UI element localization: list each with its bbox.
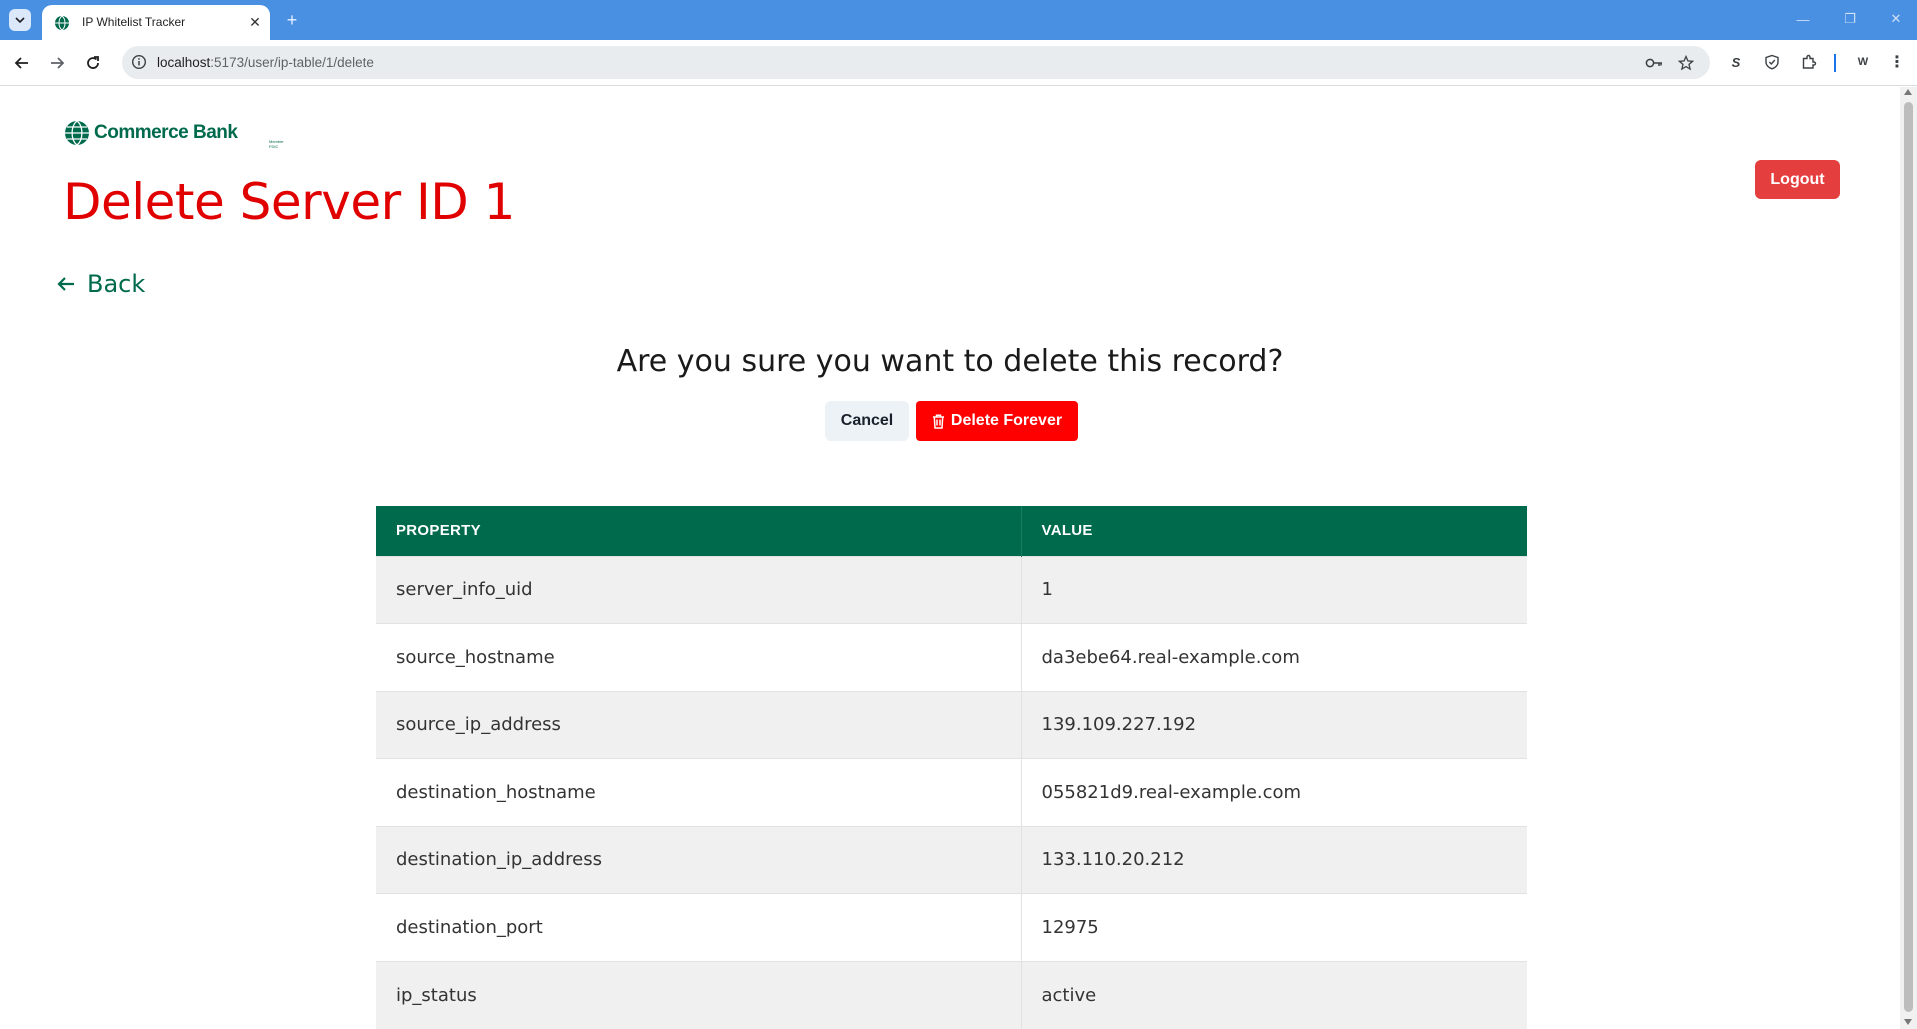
column-header-property: PROPERTY — [376, 506, 1022, 556]
property-cell: destination_port — [376, 893, 1022, 961]
commerce-bank-logo: Commerce Bank Member FDIC — [64, 119, 284, 149]
toolbar-divider — [1834, 54, 1836, 72]
brand-name: Commerce Bank — [94, 122, 238, 143]
record-table: PROPERTY VALUE server_info_uid 1 source_h… — [376, 506, 1527, 1029]
url-text[interactable]: localhost:5173/user/ip-table/1/delete — [157, 55, 374, 70]
browser-toolbar: localhost:5173/user/ip-table/1/delete S … — [0, 40, 1917, 86]
restore-icon[interactable]: ❐ — [1837, 8, 1863, 30]
property-cell: destination_hostname — [376, 758, 1022, 826]
value-cell: 133.110.20.212 — [1021, 825, 1527, 894]
globe-icon — [55, 15, 69, 31]
back-arrow-icon — [57, 277, 74, 291]
confirm-question: Are you sure you want to delete this rec… — [616, 344, 1284, 379]
table-row: server_info_uid 1 — [376, 555, 1527, 624]
trash-icon — [932, 414, 944, 429]
table-row: ip_status active — [376, 960, 1527, 1029]
close-tab-icon[interactable]: ✕ — [246, 13, 264, 31]
browser-tab[interactable]: IP Whitelist Tracker ✕ — [42, 5, 270, 40]
table-row: destination_ip_address 133.110.20.212 — [376, 825, 1527, 894]
delete-forever-button[interactable]: Delete Forever — [916, 401, 1078, 441]
value-cell: 139.109.227.192 — [1021, 690, 1527, 759]
new-tab-button[interactable]: + — [282, 10, 302, 30]
address-bar[interactable]: localhost:5173/user/ip-table/1/delete — [122, 46, 1710, 79]
column-header-value: VALUE — [1021, 506, 1527, 556]
value-cell: da3ebe64.real-example.com — [1021, 623, 1527, 691]
value-cell: 12975 — [1021, 893, 1527, 961]
table-header-row: PROPERTY VALUE — [376, 506, 1527, 556]
logout-button[interactable]: Logout — [1755, 160, 1840, 199]
value-cell: active — [1021, 960, 1527, 1029]
extension-s-icon[interactable]: S — [1726, 52, 1746, 72]
scrollbar-thumb[interactable] — [1904, 102, 1913, 1012]
page-title: Delete Server ID 1 — [63, 173, 516, 231]
property-cell: source_ip_address — [376, 690, 1022, 759]
reload-icon[interactable] — [82, 52, 104, 74]
site-info-icon[interactable] — [131, 54, 147, 70]
password-key-icon[interactable] — [1645, 54, 1663, 72]
globe-logo-icon — [65, 120, 89, 146]
table-row: source_ip_address 139.109.227.192 — [376, 690, 1527, 759]
back-link[interactable]: Back — [55, 270, 145, 298]
tab-search-button[interactable] — [9, 9, 31, 31]
extensions-puzzle-icon[interactable] — [1799, 52, 1819, 72]
scroll-up-arrow-icon[interactable] — [1904, 89, 1912, 95]
page-scrollbar[interactable] — [1900, 87, 1917, 1029]
property-cell: server_info_uid — [376, 555, 1022, 624]
value-cell: 1 — [1021, 555, 1527, 624]
forward-arrow-icon[interactable] — [46, 52, 68, 74]
property-cell: destination_ip_address — [376, 825, 1022, 894]
chevron-down-icon — [15, 17, 25, 24]
profile-avatar-icon[interactable]: W — [1853, 52, 1873, 72]
back-label: Back — [87, 270, 146, 298]
more-menu-icon[interactable]: ⋮ — [1887, 52, 1907, 72]
minimize-icon[interactable]: — — [1790, 8, 1816, 30]
browser-tab-bar: IP Whitelist Tracker ✕ + — ❐ ✕ — [0, 0, 1917, 40]
value-cell: 055821d9.real-example.com — [1021, 758, 1527, 826]
page-content: Commerce Bank Member FDIC Delete Server … — [0, 87, 1900, 1029]
brand-sub: Member FDIC — [269, 139, 284, 149]
table-row: source_hostname da3ebe64.real-example.com — [376, 623, 1527, 691]
delete-forever-label: Delete Forever — [950, 412, 1063, 429]
property-cell: ip_status — [376, 960, 1022, 1029]
tab-title: IP Whitelist Tracker — [82, 15, 186, 29]
close-window-icon[interactable]: ✕ — [1883, 8, 1909, 30]
cancel-button[interactable]: Cancel — [825, 401, 909, 441]
table-row: destination_hostname 055821d9.real-exampl… — [376, 758, 1527, 826]
shield-icon[interactable] — [1762, 52, 1782, 72]
back-arrow-icon[interactable] — [11, 52, 33, 74]
table-row: destination_port 12975 — [376, 893, 1527, 961]
property-cell: source_hostname — [376, 623, 1022, 691]
scroll-down-arrow-icon[interactable] — [1904, 1019, 1912, 1025]
bookmark-star-icon[interactable] — [1677, 54, 1695, 72]
